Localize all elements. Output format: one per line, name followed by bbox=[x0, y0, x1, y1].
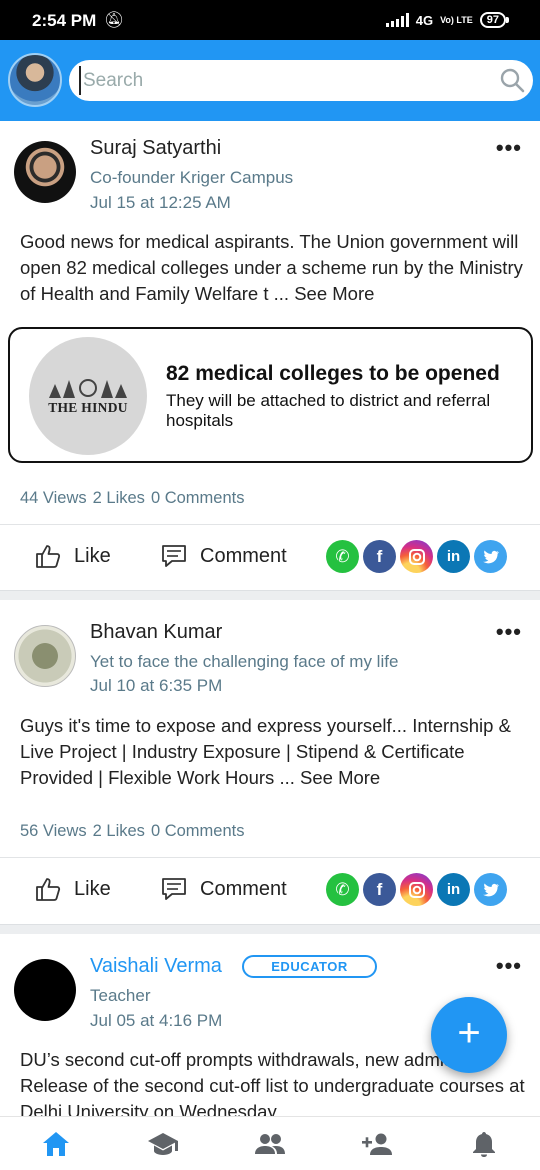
comment-icon bbox=[162, 878, 186, 900]
group-icon bbox=[255, 1134, 285, 1154]
see-more-link[interactable]: See More bbox=[300, 767, 380, 788]
post-stats: 56 Views 2 Likes 0 Comments bbox=[20, 822, 244, 841]
post-separator bbox=[0, 924, 540, 934]
comments-count[interactable]: 0 Comments bbox=[151, 489, 245, 508]
likes-count[interactable]: 2 Likes bbox=[93, 489, 145, 508]
like-button[interactable]: Like bbox=[34, 875, 111, 903]
network-type: 4G bbox=[415, 12, 434, 28]
post-date: Jul 05 at 4:16 PM bbox=[90, 1011, 223, 1030]
create-post-button[interactable]: + bbox=[431, 997, 507, 1073]
more-options-icon[interactable]: ••• bbox=[496, 621, 522, 643]
status-indicators: 4G Vo) LTE 97 bbox=[385, 12, 510, 28]
like-button[interactable]: Like bbox=[34, 542, 111, 570]
thumbs-up-icon bbox=[36, 545, 61, 568]
likes-count[interactable]: 2 Likes bbox=[93, 822, 145, 841]
search-icon[interactable] bbox=[499, 67, 525, 93]
link-preview-card[interactable]: THE HINDU 82 medical colleges to be open… bbox=[8, 327, 533, 463]
nav-home[interactable] bbox=[40, 1129, 72, 1159]
volte-indicator: Vo) LTE bbox=[440, 14, 473, 25]
twitter-icon[interactable] bbox=[474, 873, 507, 906]
nav-notifications[interactable] bbox=[468, 1129, 500, 1159]
app-header bbox=[0, 40, 540, 121]
link-description: They will be attached to district and re… bbox=[166, 391, 491, 430]
bottom-navigation bbox=[0, 1116, 540, 1170]
author-avatar[interactable] bbox=[14, 141, 76, 203]
linkedin-icon[interactable]: in bbox=[437, 873, 470, 906]
comment-label: Comment bbox=[200, 544, 287, 567]
comments-count[interactable]: 0 Comments bbox=[151, 822, 245, 841]
user-avatar[interactable] bbox=[8, 53, 62, 107]
post-body: Guys it's time to expose and express you… bbox=[20, 713, 525, 791]
share-buttons: ✆ f in bbox=[326, 540, 507, 573]
share-buttons: ✆ f in bbox=[326, 873, 507, 906]
whatsapp-icon[interactable]: ✆ bbox=[326, 873, 359, 906]
source-logo-text: THE HINDU bbox=[48, 400, 128, 415]
author-subtitle: Teacher bbox=[90, 986, 151, 1005]
more-options-icon[interactable]: ••• bbox=[496, 955, 522, 977]
nav-courses[interactable] bbox=[147, 1129, 179, 1159]
author-name[interactable]: Suraj Satyarthi bbox=[90, 137, 221, 160]
comment-button[interactable]: Comment bbox=[160, 875, 287, 903]
post-stats: 44 Views 2 Likes 0 Comments bbox=[20, 489, 244, 508]
post-text: Good news for medical aspirants. The Uni… bbox=[20, 231, 523, 304]
link-title: 82 medical colleges to be opened bbox=[166, 362, 500, 385]
signal-icon bbox=[385, 13, 409, 27]
linkedin-icon[interactable]: in bbox=[437, 540, 470, 573]
post-actions: Like Comment ✆ f in bbox=[0, 858, 540, 922]
post-actions: Like Comment ✆ f in bbox=[0, 525, 540, 589]
search-input[interactable] bbox=[79, 66, 479, 95]
facebook-icon[interactable]: f bbox=[363, 540, 396, 573]
more-options-icon[interactable]: ••• bbox=[496, 137, 522, 159]
search-bar[interactable] bbox=[69, 60, 533, 101]
mute-icon: 🔕︎ bbox=[104, 12, 125, 29]
views-count: 56 Views bbox=[20, 822, 87, 840]
post-separator bbox=[0, 590, 540, 600]
author-name[interactable]: Bhavan Kumar bbox=[90, 621, 222, 644]
emblem-icon bbox=[49, 379, 127, 398]
author-avatar[interactable] bbox=[14, 625, 76, 687]
graduation-cap-icon bbox=[148, 1133, 178, 1155]
like-label: Like bbox=[74, 877, 111, 900]
educator-badge: EDUCATOR bbox=[242, 955, 377, 978]
author-name[interactable]: Vaishali Verma bbox=[90, 955, 222, 978]
comment-button[interactable]: Comment bbox=[160, 542, 287, 570]
comment-icon bbox=[162, 545, 186, 567]
source-logo: THE HINDU bbox=[29, 337, 147, 455]
bell-icon bbox=[473, 1132, 495, 1157]
twitter-icon[interactable] bbox=[474, 540, 507, 573]
author-subtitle: Co-founder Kriger Campus bbox=[90, 168, 294, 187]
post-body: Good news for medical aspirants. The Uni… bbox=[20, 229, 525, 307]
feed: Suraj Satyarthi Co-founder Kriger Campus… bbox=[0, 121, 540, 1119]
post-date: Jul 15 at 12:25 AM bbox=[90, 193, 231, 212]
thumbs-up-icon bbox=[36, 878, 61, 901]
add-person-icon bbox=[362, 1133, 392, 1155]
nav-groups[interactable] bbox=[254, 1129, 286, 1159]
comment-label: Comment bbox=[200, 877, 287, 900]
author-avatar[interactable] bbox=[14, 959, 76, 1021]
like-label: Like bbox=[74, 544, 111, 567]
home-icon bbox=[43, 1132, 69, 1156]
instagram-icon[interactable] bbox=[400, 873, 433, 906]
post-text: Guys it's time to expose and express you… bbox=[20, 715, 511, 788]
nav-add-friend[interactable] bbox=[361, 1129, 393, 1159]
status-bar: 2:54 PM 🔕︎ 4G Vo) LTE 97 bbox=[0, 0, 540, 40]
instagram-icon[interactable] bbox=[400, 540, 433, 573]
see-more-link[interactable]: See More bbox=[294, 283, 374, 304]
author-subtitle: Yet to face the challenging face of my l… bbox=[90, 652, 399, 671]
views-count: 44 Views bbox=[20, 489, 87, 507]
post-card: Suraj Satyarthi Co-founder Kriger Campus… bbox=[0, 121, 540, 590]
facebook-icon[interactable]: f bbox=[363, 873, 396, 906]
status-time: 2:54 PM bbox=[32, 11, 97, 30]
post-card: Bhavan Kumar Yet to face the challenging… bbox=[0, 600, 540, 924]
battery-level: 97 bbox=[486, 14, 499, 26]
battery-icon: 97 bbox=[479, 12, 510, 28]
post-date: Jul 10 at 6:35 PM bbox=[90, 676, 223, 695]
whatsapp-icon[interactable]: ✆ bbox=[326, 540, 359, 573]
plus-icon: + bbox=[457, 1011, 481, 1055]
